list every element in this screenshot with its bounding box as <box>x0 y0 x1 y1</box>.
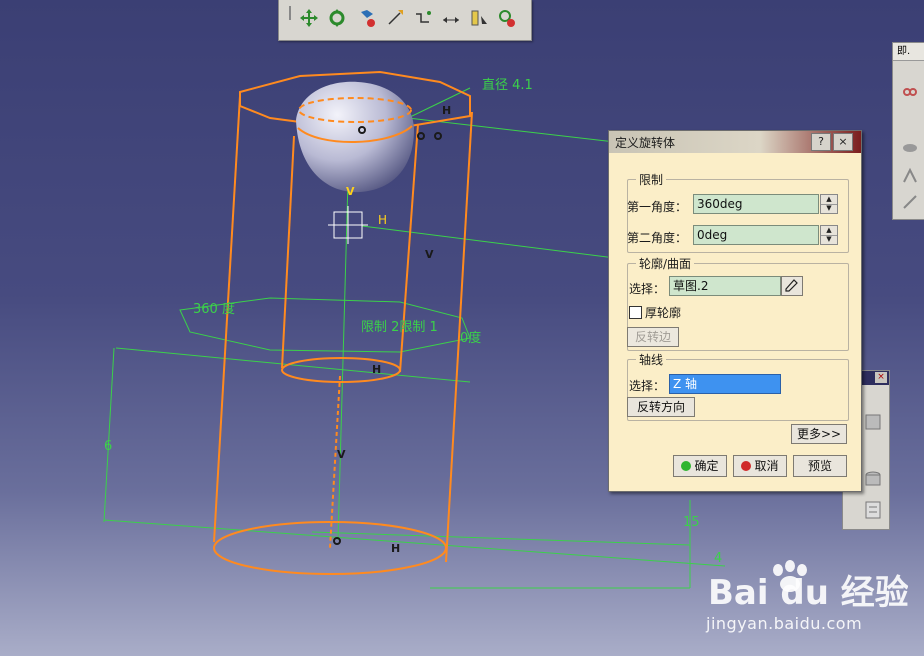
toolbar-grip[interactable] <box>289 6 291 20</box>
limit-label: 限制 2限制 1 <box>361 320 438 335</box>
watermark-url: jingyan.baidu.com <box>706 614 863 633</box>
rib-icon[interactable] <box>901 167 919 189</box>
ok-button[interactable]: 确定 <box>673 455 727 477</box>
diameter-label: 直径 4.1 <box>482 78 533 93</box>
pan-icon[interactable] <box>297 6 321 30</box>
close-icon[interactable]: × <box>875 372 887 383</box>
shaft-definition-dialog: 定义旋转体 ? × 限制 第一角度： 360deg ▲ ▼ 第二角度： 0deg… <box>608 130 862 492</box>
watermark-brand: Bai du 经验 <box>708 573 908 613</box>
first-angle-spinner[interactable]: ▲ ▼ <box>820 194 838 214</box>
spin-down-icon[interactable]: ▼ <box>821 204 837 213</box>
axis-marker[interactable] <box>328 206 368 244</box>
sketch-icon[interactable] <box>901 83 919 105</box>
dialog-titlebar[interactable]: 定义旋转体 ? × <box>609 131 861 153</box>
top-toolbar <box>278 0 532 41</box>
reverse-side-button[interactable]: 反转边 <box>627 327 679 347</box>
spin-down-icon[interactable]: ▼ <box>821 235 837 244</box>
v-label-lower: V <box>337 448 346 461</box>
v-label-top: V <box>346 185 355 198</box>
fit-all-icon[interactable] <box>355 6 379 30</box>
axis-select-label: 选择： <box>629 379 666 393</box>
reverse-direction-button[interactable]: 反转方向 <box>627 397 695 417</box>
angle-360-label: 360 度 <box>193 301 235 317</box>
first-angle-input[interactable]: 360deg <box>693 194 819 214</box>
baidu-watermark: Bai du 经验 <box>708 560 909 620</box>
dimension-15: 15 <box>683 515 700 530</box>
profile-legend: 轮廓/曲面 <box>636 255 695 272</box>
profile-select-input[interactable]: 草图.2 <box>669 276 781 296</box>
cancel-icon <box>741 461 752 471</box>
ok-icon <box>681 461 692 471</box>
h-label-mid: H <box>378 213 387 227</box>
second-angle-label: 第二角度： <box>627 231 688 245</box>
axis-legend: 轴线 <box>636 351 667 368</box>
sphere[interactable] <box>296 81 414 193</box>
profile-select-label: 选择： <box>629 282 666 296</box>
help-button[interactable]: ? <box>811 133 831 151</box>
limits-legend: 限制 <box>636 171 667 188</box>
shaft-icon[interactable] <box>863 469 883 495</box>
thick-profile-checkbox[interactable] <box>629 306 642 319</box>
edit-sketch-icon <box>785 279 798 292</box>
pad-icon[interactable] <box>863 411 883 437</box>
cancel-label: 取消 <box>754 459 779 473</box>
axis-select-input[interactable]: Z 轴 <box>669 374 781 394</box>
dimension-icon[interactable] <box>439 6 463 30</box>
dialog-title: 定义旋转体 <box>615 136 676 150</box>
cancel-button[interactable]: 取消 <box>733 455 787 477</box>
more-button[interactable]: 更多>> <box>791 424 847 444</box>
slot-icon[interactable] <box>901 193 919 215</box>
thick-profile-label: 厚轮廓 <box>645 306 682 320</box>
hole-icon[interactable] <box>901 139 919 161</box>
normal-view-icon[interactable] <box>383 6 407 30</box>
hide-show-icon[interactable] <box>495 6 519 30</box>
first-angle-label: 第一角度： <box>627 200 688 214</box>
h-label-bottom: H <box>391 542 400 555</box>
angle-0-label: 0度 <box>460 330 481 346</box>
side-toolbar-title[interactable]: 即. <box>893 43 924 61</box>
preview-button[interactable]: 预览 <box>793 455 847 477</box>
close-button[interactable]: × <box>833 133 853 151</box>
snap-icon[interactable] <box>411 6 435 30</box>
h-label-top: H <box>442 104 451 117</box>
second-angle-spinner[interactable]: ▲ ▼ <box>820 225 838 245</box>
v-label-right: V <box>425 248 434 261</box>
h-label-bottom-inner: H <box>372 363 381 376</box>
ok-label: 确定 <box>694 459 719 473</box>
rotate-icon[interactable] <box>325 6 349 30</box>
dimension-6: 6 <box>104 439 112 454</box>
edit-sketch-button[interactable] <box>781 276 803 296</box>
measure-icon[interactable] <box>467 6 491 30</box>
second-angle-input[interactable]: 0deg <box>693 225 819 245</box>
groove-icon[interactable] <box>863 499 883 525</box>
side-toolbar: 即. <box>892 42 924 220</box>
